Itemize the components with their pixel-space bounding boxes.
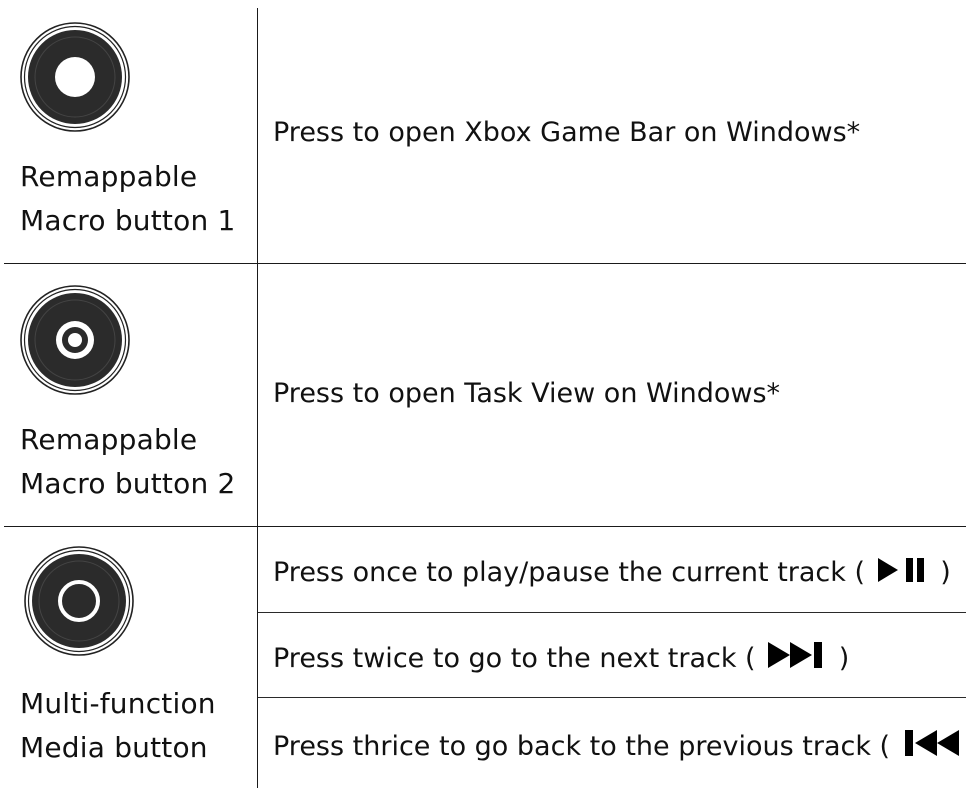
media-previous-track-description: Press thrice to go back to the previous …: [273, 728, 966, 768]
next-track-icon: [766, 640, 828, 680]
macro-button-2-label: Remappable Macro button 2: [20, 423, 236, 500]
media-next-track-description: Press twice to go to the next track ( ): [273, 640, 849, 680]
row-divider-1: [4, 263, 966, 264]
macro-button-1-label: Remappable Macro button 1: [20, 160, 236, 237]
previous-track-icon: [901, 728, 965, 768]
subrow-divider-1: [258, 612, 966, 613]
media-play-pause-description: Press once to play/pause the current tra…: [273, 555, 951, 594]
macro-button-1-icon: [19, 21, 131, 133]
macro-button-2-description: Press to open Task View on Windows*: [273, 378, 781, 409]
table-column-divider: [257, 8, 258, 788]
play-pause-icon: [876, 556, 930, 594]
macro-button-2-icon: [19, 284, 131, 396]
macro-button-1-description: Press to open Xbox Game Bar on Windows*: [273, 117, 861, 148]
row-divider-2: [4, 526, 966, 527]
subrow-divider-2: [258, 697, 966, 698]
media-button-label: Multi-function Media button: [20, 687, 216, 764]
media-button-icon: [23, 545, 135, 657]
